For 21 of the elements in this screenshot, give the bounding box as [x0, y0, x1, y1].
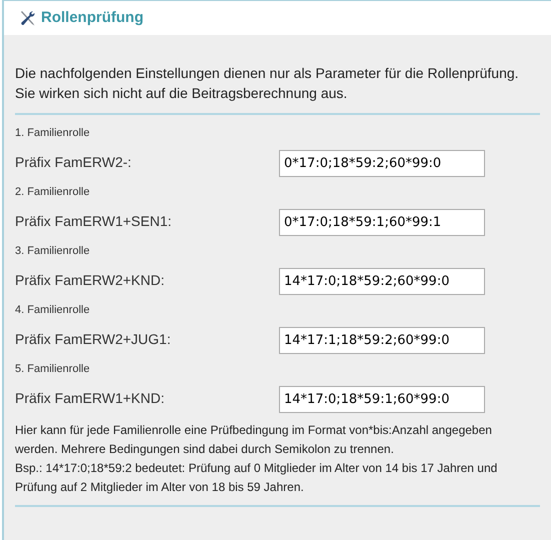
field-label: Präfix FamERW2+KND:	[15, 271, 166, 290]
field-label: Präfix FamERW2-:	[15, 153, 132, 172]
role-heading: 4. Familienrolle	[15, 303, 90, 317]
field-label: Präfix FamERW1+KND:	[15, 389, 166, 408]
input-field[interactable]: 14*17:0;18*59:1;60*99:0	[279, 386, 485, 413]
input-field[interactable]: 0*17:0;18*59:2;60*99:0	[279, 150, 485, 177]
field-label: Präfix FamERW2+JUG1:	[15, 330, 172, 349]
input-field[interactable]: 0*17:0;18*59:1;60*99:1	[279, 209, 485, 236]
help-text: Bsp.: 14*17:0;18*59:2 bedeutet: Prüfung auf 0 Mitglieder im Alter von 14 bis 17 Jahren und Prüfung auf 2 Mitglieder im Alter von 18 bis 59 Jahren.	[15, 460, 498, 496]
intro-text: Sie wirken sich nicht auf die Beitragsberechnung aus.	[15, 84, 348, 103]
input-field[interactable]: 14*17:0;18*59:2;60*99:0	[279, 268, 485, 295]
role-heading: 5. Familienrolle	[15, 362, 90, 376]
tools-icon	[19, 10, 36, 26]
role-heading: 3. Familienrolle	[15, 244, 90, 258]
help-text: Hier kann für jede Familienrolle eine Prüfbedingung im Format von*bis:Anzahl angegeben werden. Mehrere Bedingungen sind dabei durch Semikolon zu trennen.	[15, 422, 493, 458]
input-field[interactable]: 14*17:1;18*59:2;60*99:0	[279, 327, 485, 354]
panel-title: Rollenprüfung	[41, 8, 144, 28]
role-heading: 2. Familienrolle	[15, 185, 90, 199]
role-heading: 1. Familienrolle	[15, 126, 90, 140]
intro-text: Die nachfolgenden Einstellungen dienen nur als Parameter für die Rollenprüfung.	[15, 64, 519, 83]
field-label: Präfix FamERW1+SEN1:	[15, 212, 173, 231]
